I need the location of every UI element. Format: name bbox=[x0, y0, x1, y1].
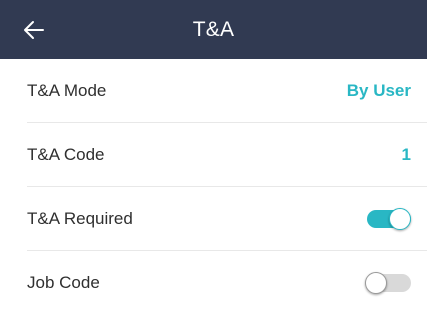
app-header: T&A bbox=[0, 0, 427, 59]
ta-code-value: 1 bbox=[401, 144, 411, 164]
page-title: T&A bbox=[192, 18, 235, 41]
job-code-label: Job Code bbox=[27, 273, 100, 292]
ta-mode-row[interactable]: T&A Mode By User bbox=[27, 59, 427, 123]
toggle-knob bbox=[389, 207, 411, 230]
screen: T&A T&A Mode By User T&A Code 1 T&A Requ… bbox=[0, 0, 427, 313]
ta-required-toggle[interactable] bbox=[365, 207, 411, 230]
ta-mode-label: T&A Mode bbox=[27, 80, 107, 100]
ta-code-row[interactable]: T&A Code 1 bbox=[27, 123, 427, 187]
job-code-toggle[interactable] bbox=[365, 272, 411, 294]
ta-mode-value: By User bbox=[346, 80, 411, 100]
toggle-knob bbox=[365, 272, 387, 294]
ta-code-label: T&A Code bbox=[27, 144, 105, 164]
settings-list: T&A Mode By User T&A Code 1 T&A Required… bbox=[0, 59, 427, 315]
ta-required-row: T&A Required bbox=[27, 187, 427, 251]
ta-required-label: T&A Required bbox=[27, 208, 133, 228]
job-code-row: Job Code bbox=[27, 251, 427, 315]
